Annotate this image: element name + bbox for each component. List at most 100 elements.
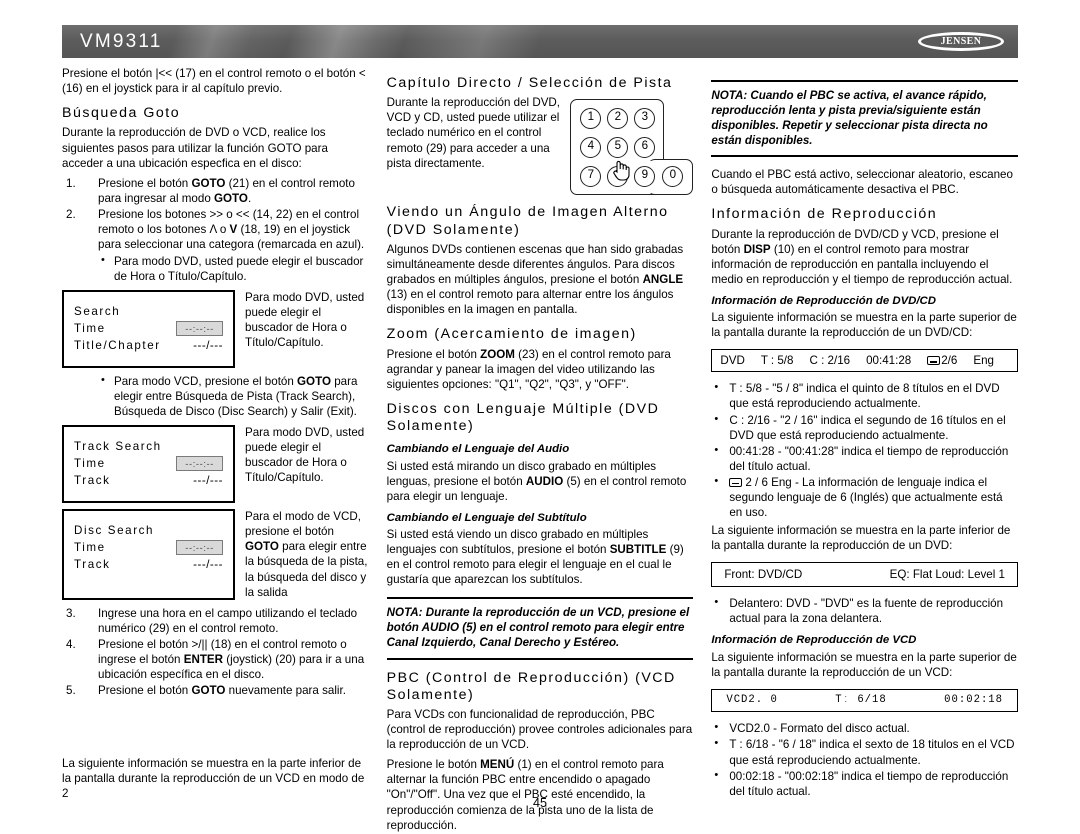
osd-title-row: Search — [64, 303, 233, 320]
osd-title: Search — [74, 305, 121, 319]
osd-time-row: Time --:--:-- — [64, 539, 233, 556]
step-number: 4. — [66, 637, 76, 651]
status-front-source: Front: DVD/CD — [724, 568, 803, 582]
heading-busqueda-goto: Búsqueda Goto — [62, 105, 181, 122]
intro-paragraph: Presione el botón |<< (17) en el control… — [62, 67, 366, 96]
content-columns: Presione el botón |<< (17) en el control… — [62, 66, 1019, 834]
zoom-body: Presione el botón ZOOM (23) en el contro… — [386, 347, 671, 391]
status-chapter: C : 2/16 — [809, 354, 851, 368]
note-pbc-restrictions: NOTA: Cuando el PBC se activa, el avance… — [711, 80, 1019, 158]
osd-track-search-figure: Track Search Time --:--:-- Track ---/---… — [62, 425, 369, 504]
status-media: DVD — [720, 354, 745, 368]
goto-steps-list: 1. Presione el botón GOTO (21) en el con… — [62, 176, 369, 252]
list-item: 00:41:28 - "00:41:28" indica el tiempo d… — [711, 443, 1018, 474]
step-text: Presione el botón GOTO (21) en el contro… — [98, 176, 355, 205]
pbc-body-2: Presione le botón MENÚ (1) en el control… — [386, 758, 664, 832]
step-number: 3. — [66, 606, 76, 620]
status-time: 00:41:28 — [866, 354, 912, 368]
language-bullet-text: 2 / 6 Eng - La información de lenguaje i… — [729, 475, 1003, 519]
manual-page: VM9311 JENSEN Presione el botón |<< (17)… — [0, 0, 1080, 834]
osd-track-label: Track — [74, 474, 111, 488]
jensen-logo-text: JENSEN — [940, 35, 982, 47]
osd-disc-search-box: Disc Search Time --:--:-- Track ---/--- — [62, 509, 235, 600]
step-number: 2. — [66, 207, 76, 221]
step-text: Ingrese una hora en el campo utilizando … — [98, 606, 358, 635]
heading-lenguaje-multiple: Discos con Lenguaje Múltiple (DVD Solame… — [386, 400, 660, 435]
list-item: 5. Presione el botón GOTO nuevamente par… — [62, 683, 369, 698]
heading-pbc: PBC (Control de Reproducción) (VCD Solam… — [386, 669, 676, 703]
vcd-mode-bullet-list: Para modo VCD, presione el botón GOTO pa… — [98, 373, 369, 419]
list-item: C : 2/16 - "2 / 16" indica el segundo de… — [711, 411, 1018, 443]
numeric-keypad-figure: 1 2 3 4 5 6 7 8 9 0 — [570, 99, 694, 196]
osd-search-figure: Search Time --:--:-- Title/Chapter ---/-… — [62, 290, 369, 369]
column-1: Presione el botón |<< (17) en el control… — [62, 66, 369, 834]
heading-angulo-alterno: Viendo un Ángulo de Imagen Alterno (DVD … — [386, 204, 669, 238]
page-number: 45 — [532, 796, 547, 810]
status-title: T : 5/8 — [760, 354, 794, 368]
osd-time-field[interactable]: --:--:-- — [176, 540, 223, 556]
keypad-figure-block: Durante la reproducción del DVD, VCD y C… — [386, 95, 694, 196]
osd-title-chapter-label: Title/Chapter — [74, 339, 161, 353]
list-item: T : 6/18 - "6 / 18" indica el sexto de 1… — [711, 736, 1018, 767]
osd-track-label: Track — [74, 558, 111, 572]
list-item: 2. Presione los botones >> o << (14, 22)… — [62, 207, 369, 252]
list-item: Delantero: DVD - "DVD" es la fuente de r… — [711, 595, 1018, 626]
heading-informacion-reproduccion: Información de Reproducción — [711, 206, 938, 223]
osd-track-value[interactable]: ---/--- — [193, 557, 223, 572]
osd-disc-search-figure: Disc Search Time --:--:-- Track ---/--- … — [62, 509, 369, 600]
list-item: 1. Presione el botón GOTO (21) en el con… — [62, 176, 369, 206]
osd-title-chapter-value[interactable]: ---/--- — [193, 338, 223, 353]
subtitle-language-body: Si usted está viendo un disco grabado en… — [386, 528, 684, 587]
list-item: T : 5/8 - "5 / 8" indica el quinto de 8 … — [711, 380, 1018, 411]
dvd-info-bullet-list: T : 5/8 - "5 / 8" indica el quinto de 8 … — [711, 380, 1018, 520]
pbc-after-text: Cuando el PBC está activo, seleccionar a… — [711, 168, 1013, 197]
osd-search-caption: Para modo DVD, usted puede elegir el bus… — [245, 291, 365, 350]
column-spacer — [62, 700, 369, 756]
pbc-body: Para VCDs con funcionalidad de reproducc… — [386, 708, 693, 752]
list-item: 3. Ingrese una hora en el campo utilizan… — [62, 606, 369, 636]
status-front-eq-loud: EQ: Flat Loud: Level 1 — [889, 568, 1006, 582]
osd-time-label: Time — [74, 322, 106, 336]
status-vcd-time: 00:02:18 — [944, 693, 1004, 706]
model-title: VM9311 — [80, 31, 163, 52]
subheading-vcd-info: Información de Reproducción de VCD — [711, 634, 917, 647]
status-vcd-track: Tː 6/18 — [835, 693, 887, 706]
dvd-mode-bullet-list: Para modo DVD, usted puede elegir el bus… — [98, 253, 369, 284]
osd-title-chapter-row: Title/Chapter ---/--- — [64, 337, 233, 354]
osd-time-field[interactable]: --:--:-- — [176, 456, 223, 472]
dvd-bottom-intro: La siguiente información se muestra en l… — [711, 523, 1011, 552]
dvdcd-intro: La siguiente información se muestra en l… — [711, 311, 1017, 340]
status-bar-front: Front: DVD/CD EQ: Flat Loud: Level 1 — [711, 562, 1019, 588]
hand-cursor-icon — [613, 161, 630, 181]
subheading-subtitle-language: Cambiando el Lenguaje del Subtítulo — [386, 511, 587, 524]
osd-time-field[interactable]: --:--:-- — [176, 321, 223, 337]
subheading-dvdcd-info: Información de Reproducción de DVD/CD — [711, 294, 937, 307]
osd-track-row: Track ---/--- — [64, 556, 233, 573]
step-number: 5. — [66, 683, 76, 697]
osd-title-row: Track Search — [64, 438, 233, 455]
osd-title: Track Search — [74, 440, 162, 454]
goto-steps-list-2: 3. Ingrese una hora en el campo utilizan… — [62, 606, 369, 698]
page-header-band: VM9311 JENSEN — [62, 25, 1018, 58]
audio-language-body: Si usted está mirando un disco grabado e… — [386, 459, 687, 503]
osd-track-caption: Para modo DVD, usted puede elegir el bus… — [245, 426, 365, 485]
status-bar-vcd: VCD2. 0 Tː 6/18 00:02:18 — [711, 688, 1019, 713]
osd-title-row: Disc Search — [64, 522, 233, 539]
osd-search-box: Search Time --:--:-- Title/Chapter ---/-… — [62, 290, 235, 369]
angle-body: Algunos DVDs contienen escenas que han s… — [386, 242, 684, 317]
vcd-info-bullet-list: VCD2.0 - Formato del disco actual. T : 6… — [711, 720, 1018, 799]
list-item: VCD2.0 - Formato del disco actual. — [711, 720, 1018, 736]
subheading-audio-language: Cambiando el Lenguaje del Audio — [386, 443, 570, 456]
osd-track-value[interactable]: ---/--- — [193, 473, 223, 488]
step-text: Presione los botones >> o << (14, 22) en… — [98, 207, 365, 251]
list-item: Para modo VCD, presione el botón GOTO pa… — [98, 373, 369, 419]
heading-capitulo-directo: Capítulo Directo / Selección de Pista — [386, 75, 673, 91]
keypad-description: Durante la reproducción del DVD, VCD y C… — [386, 96, 561, 170]
note-vcd-audio: NOTA: Durante la reproducción de un VCD,… — [386, 597, 694, 660]
list-item: 00:02:18 - "00:02:18" indica el tiempo d… — [711, 768, 1018, 799]
column-3: NOTA: Cuando el PBC se activa, el avance… — [711, 66, 1019, 834]
subtitle-icon — [729, 477, 743, 487]
status-subtitle-group: 2/6 — [927, 353, 957, 368]
jensen-logo: JENSEN — [918, 32, 1004, 51]
list-item: 4. Presione el botón >/|| (18) en el con… — [62, 637, 369, 682]
